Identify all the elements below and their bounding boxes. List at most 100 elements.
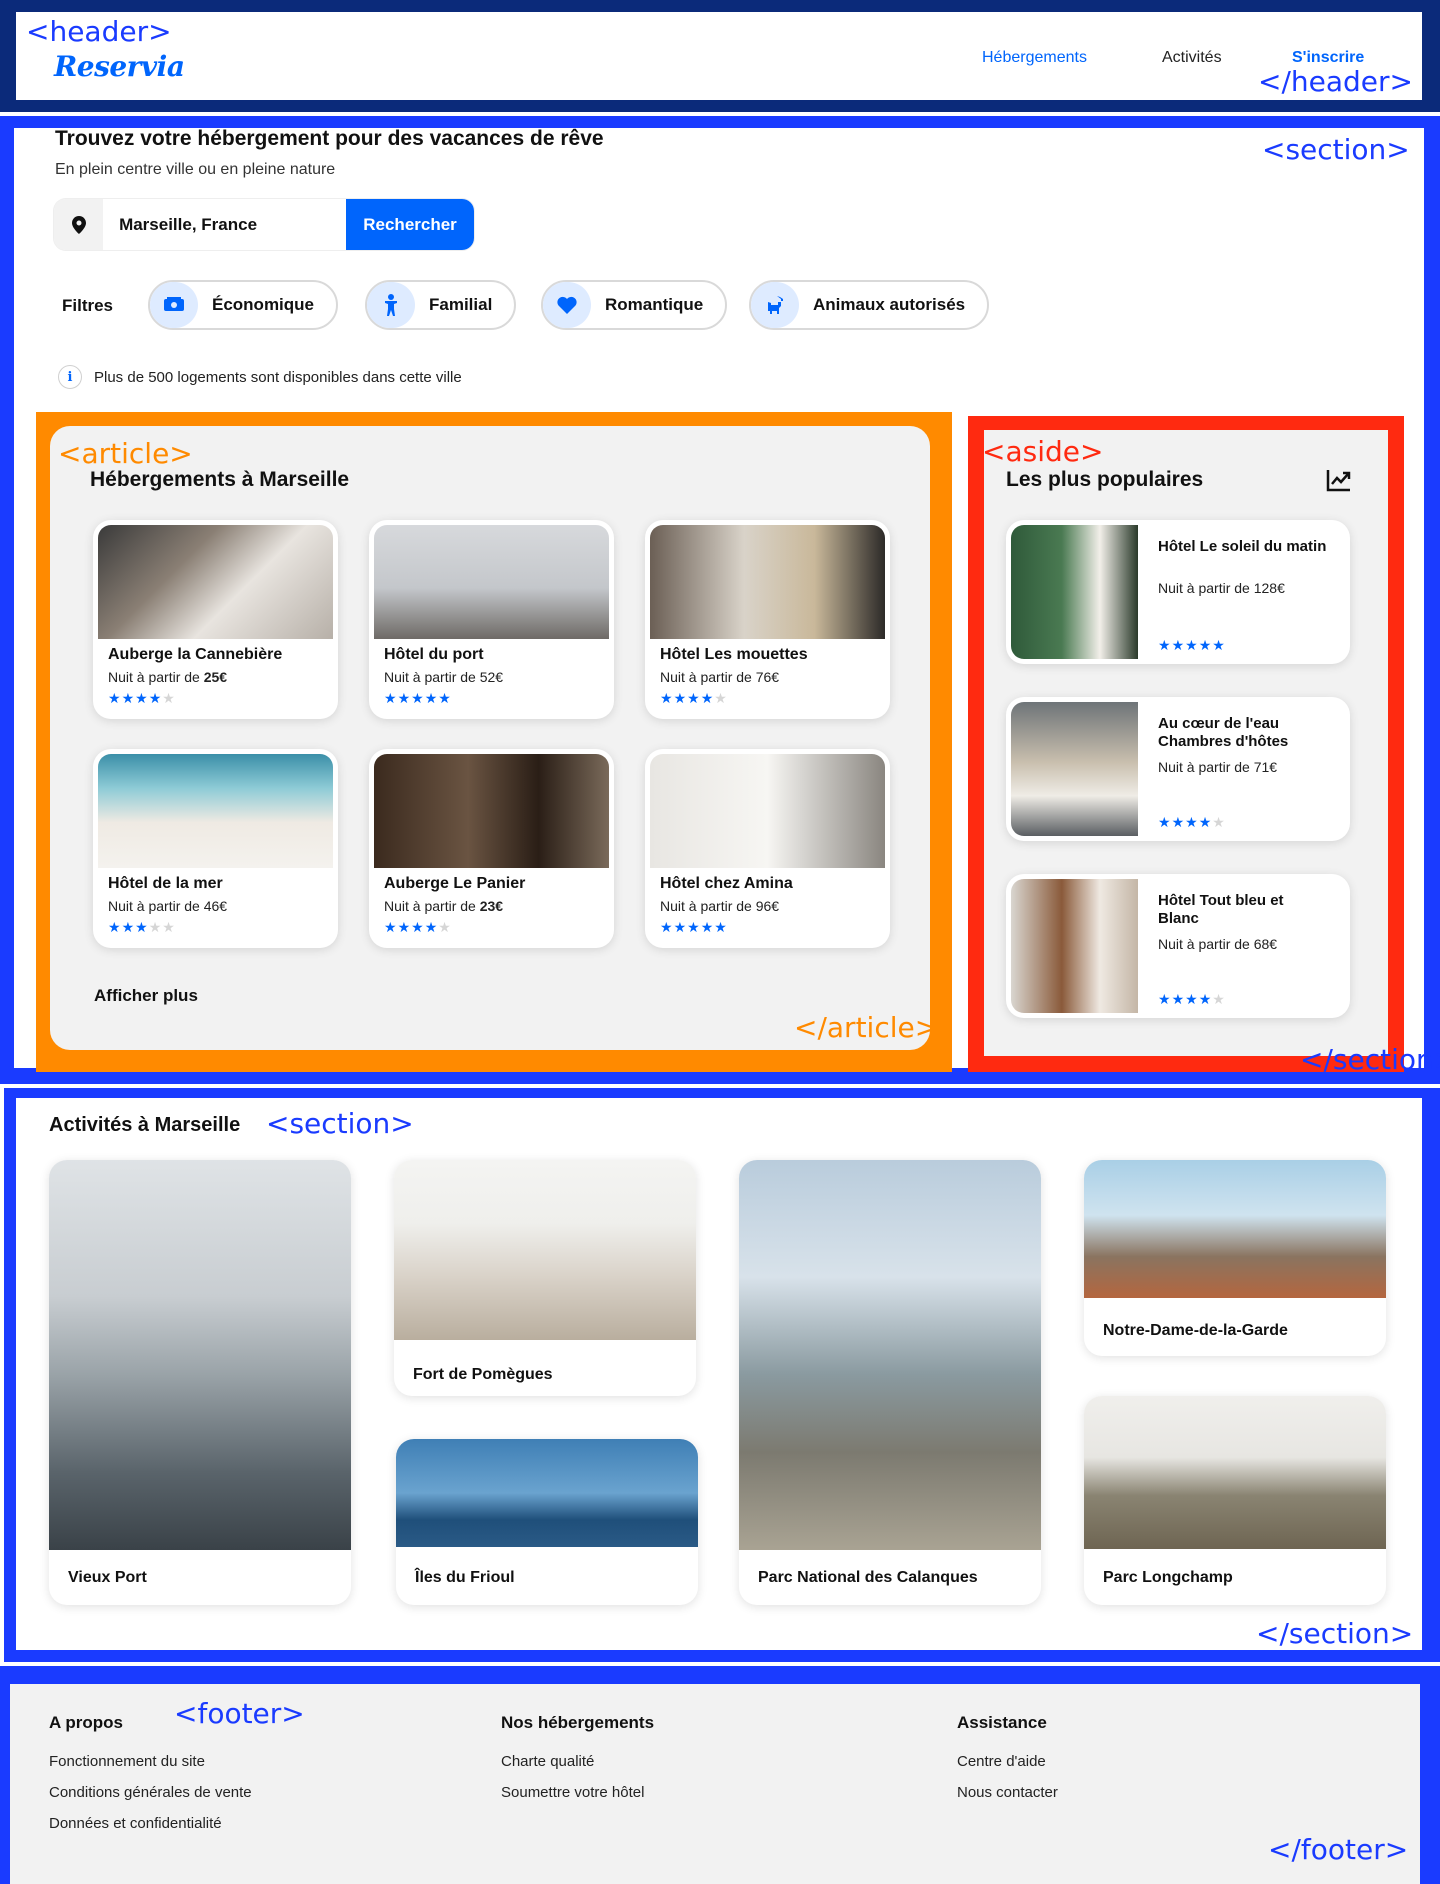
- rating-stars: ★ ★ ★ ★ ★: [660, 920, 727, 934]
- activity-photo: [49, 1160, 351, 1550]
- nav-link-hebergements[interactable]: Hébergements: [982, 49, 1087, 67]
- accommodation-card[interactable]: Hôtel de la mer Nuit à partir de 46€ ★ ★ ★ ★ ★: [93, 749, 338, 948]
- popular-card[interactable]: Au cœur de l'eau Chambres d'hôtes Nuit à …: [1006, 697, 1350, 841]
- activities-title: Activités à Marseille: [49, 1114, 241, 1136]
- star-icon: ★: [1171, 991, 1185, 1007]
- star-icon: ★: [148, 690, 162, 706]
- filter-economique[interactable]: Économique: [148, 280, 339, 330]
- footer-link[interactable]: Nous contacter: [957, 1784, 1058, 1801]
- popular-price: Nuit à partir de 68€: [1158, 936, 1278, 952]
- filter-familial[interactable]: Familial: [365, 280, 517, 330]
- dog-icon: [751, 282, 799, 328]
- activity-name: Fort de Pomègues: [413, 1366, 553, 1383]
- popular-price: Nuit à partir de 71€: [1158, 759, 1278, 775]
- section-open-annotation: <section>: [1262, 133, 1410, 166]
- popular-price: Nuit à partir de 128€: [1158, 580, 1285, 596]
- activity-card[interactable]: Fort de Pomègues: [394, 1160, 696, 1396]
- availability-info: i Plus de 500 logements sont disponibles…: [58, 365, 462, 389]
- footer-open-annotation: <footer>: [174, 1697, 305, 1730]
- accommodation-photo: [374, 525, 609, 639]
- filter-label: Économique: [212, 295, 315, 314]
- show-more-link[interactable]: Afficher plus: [94, 986, 198, 1006]
- star-icon: ★: [411, 919, 424, 935]
- filter-label: Romantique: [605, 295, 704, 314]
- star-icon: ★: [135, 919, 148, 935]
- activity-name: Parc Longchamp: [1103, 1569, 1233, 1586]
- accommodation-card[interactable]: Hôtel Les mouettes Nuit à partir de 76€ ★ ★…: [645, 520, 890, 719]
- star-icon: ★: [397, 919, 411, 935]
- accommodation-price: Nuit à partir de 25€: [108, 669, 228, 685]
- star-icon: ★: [384, 919, 397, 935]
- article-open-annotation: <article>: [58, 437, 193, 470]
- logo[interactable]: Reservia: [54, 50, 185, 83]
- money-icon: [150, 282, 198, 328]
- star-icon: ★: [438, 919, 451, 935]
- footer-link[interactable]: Fonctionnement du site: [49, 1753, 205, 1770]
- activity-photo: [396, 1439, 698, 1547]
- accommodation-card[interactable]: Auberge la Cannebière Nuit à partir de 25…: [93, 520, 338, 719]
- popular-name: Au cœur de l'eau Chambres d'hôtes: [1158, 715, 1289, 751]
- star-icon: ★: [438, 690, 451, 706]
- accommodation-photo: [374, 754, 609, 868]
- footer-heading-hebergements: Nos hébergements: [501, 1713, 655, 1732]
- filter-animaux[interactable]: Animaux autorisés: [749, 280, 990, 330]
- accommodation-card[interactable]: Hôtel chez Amina Nuit à partir de 96€ ★ ★ ★ ★…: [645, 749, 890, 948]
- rating-stars: ★ ★ ★ ★ ★: [1158, 638, 1225, 652]
- popular-card[interactable]: Hôtel Le soleil du matin Nuit à partir de…: [1006, 520, 1350, 664]
- star-icon: ★: [1158, 814, 1171, 830]
- rating-stars: ★ ★ ★ ★ ★: [108, 920, 175, 934]
- accommodation-name: Hôtel de la mer: [108, 875, 223, 892]
- activity-name: Îles du Frioul: [415, 1569, 515, 1586]
- footer-close-annotation: </footer>: [1268, 1833, 1409, 1866]
- heart-icon: [543, 282, 591, 328]
- star-icon: ★: [1185, 814, 1198, 830]
- trending-chart-icon: [1326, 468, 1352, 497]
- activity-card[interactable]: Îles du Frioul: [396, 1439, 698, 1605]
- accommodation-photo: [650, 525, 885, 639]
- popular-photo: [1011, 879, 1138, 1013]
- footer-link[interactable]: Centre d'aide: [957, 1753, 1046, 1770]
- star-icon: ★: [1171, 637, 1185, 653]
- info-icon: i: [58, 365, 82, 389]
- activity-card[interactable]: Notre-Dame-de-la-Garde: [1084, 1160, 1386, 1356]
- star-icon: ★: [660, 690, 673, 706]
- activity-photo: [739, 1160, 1041, 1550]
- location-pin-icon: [54, 199, 104, 250]
- popular-title: Les plus populaires: [1006, 468, 1204, 491]
- star-icon: ★: [121, 690, 135, 706]
- rating-stars: ★ ★ ★ ★ ★: [1158, 815, 1225, 829]
- footer-link[interactable]: Conditions générales de vente: [49, 1784, 252, 1801]
- search-button[interactable]: Rechercher: [346, 199, 474, 250]
- hero-subtitle: En plein centre ville ou en pleine natur…: [55, 161, 336, 178]
- accommodation-photo: [650, 754, 885, 868]
- activity-card[interactable]: Vieux Port: [49, 1160, 351, 1605]
- accommodation-card[interactable]: Hôtel du port Nuit à partir de 52€ ★ ★ ★ ★ ★: [369, 520, 614, 719]
- star-icon: ★: [687, 919, 700, 935]
- footer-link[interactable]: Charte qualité: [501, 1753, 594, 1770]
- hero-title: Trouvez votre hébergement pour des vacan…: [55, 127, 604, 150]
- star-icon: ★: [1171, 814, 1185, 830]
- accommodation-name: Hôtel du port: [384, 646, 484, 663]
- popular-card[interactable]: Hôtel Tout bleu et Blanc Nuit à partir de…: [1006, 874, 1350, 1018]
- star-icon: ★: [714, 690, 727, 706]
- footer-link[interactable]: Données et confidentialité: [49, 1815, 222, 1832]
- activity-photo: [394, 1160, 696, 1340]
- rating-stars: ★ ★ ★ ★ ★: [384, 920, 451, 934]
- footer-link[interactable]: Soumettre votre hôtel: [501, 1784, 644, 1801]
- filter-label: Animaux autorisés: [813, 295, 966, 314]
- filter-romantique[interactable]: Romantique: [541, 280, 728, 330]
- star-icon: ★: [148, 919, 162, 935]
- accommodation-name: Hôtel Les mouettes: [660, 646, 808, 663]
- accommodation-card[interactable]: Auberge Le Panier Nuit à partir de 23€ ★ ★ ★…: [369, 749, 614, 948]
- activity-card[interactable]: Parc Longchamp: [1084, 1396, 1386, 1605]
- activity-name: Vieux Port: [68, 1569, 147, 1586]
- filters-label: Filtres: [62, 296, 114, 315]
- footer-heading-assistance: Assistance: [957, 1713, 1047, 1732]
- activity-photo: [1084, 1160, 1386, 1298]
- search-input[interactable]: [103, 199, 347, 250]
- star-icon: ★: [121, 919, 135, 935]
- nav-link-activites[interactable]: Activités: [1162, 49, 1222, 67]
- star-icon: ★: [1212, 637, 1225, 653]
- star-icon: ★: [1158, 991, 1171, 1007]
- activity-card[interactable]: Parc National des Calanques: [739, 1160, 1041, 1605]
